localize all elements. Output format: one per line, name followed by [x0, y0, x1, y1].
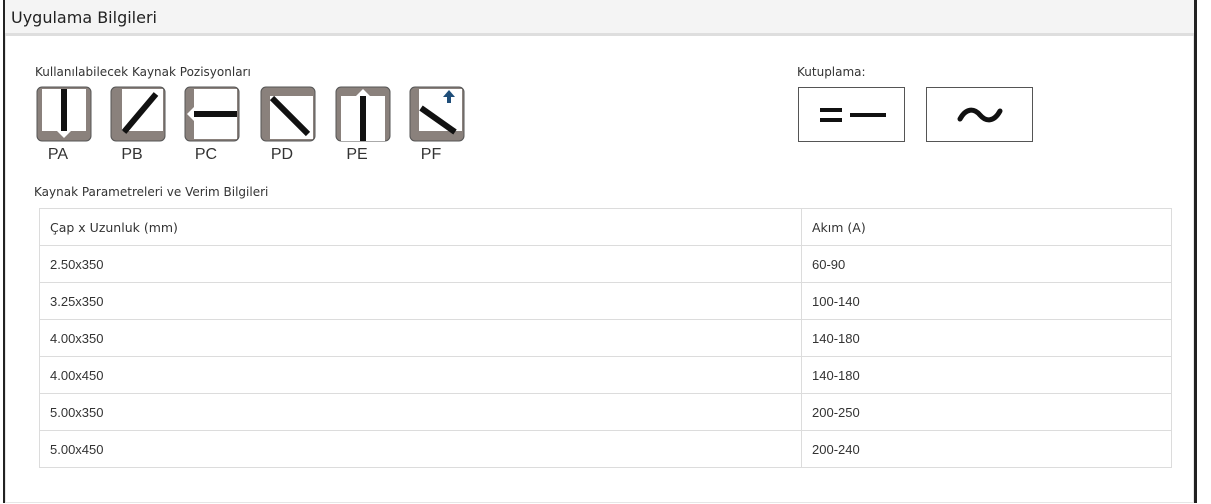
- table-row: 4.00x350 140-180: [39, 319, 1172, 357]
- position-label: PA: [47, 146, 69, 163]
- table-row: 5.00x350 200-250: [39, 393, 1172, 431]
- cell-current: 200-250: [801, 393, 1172, 431]
- position-label: PD: [270, 146, 294, 163]
- cell-current: 140-180: [801, 356, 1172, 394]
- cell-current: 60-90: [801, 245, 1172, 283]
- position-label: PF: [420, 146, 442, 163]
- cell-diameter: 5.00x350: [39, 393, 802, 431]
- cell-diameter: 5.00x450: [39, 430, 802, 468]
- params-table: Çap x Uzunluk (mm) Akım (A) 2.50x350 60-…: [39, 208, 1172, 468]
- panel-header: Uygulama Bilgileri: [5, 0, 1194, 36]
- cell-diameter: 3.25x350: [39, 282, 802, 320]
- table-row: 5.00x450 200-240: [39, 430, 1172, 468]
- dc-polarity-icon: [819, 107, 886, 122]
- application-info-panel: Uygulama Bilgileri Kullanılabilecek Kayn…: [3, 0, 1197, 503]
- ac-polarity-box: [926, 87, 1033, 142]
- params-heading: Kaynak Parametreleri ve Verim Bilgileri: [34, 185, 269, 199]
- panel-title: Uygulama Bilgileri: [11, 8, 157, 27]
- table-row: 2.50x350 60-90: [39, 245, 1172, 283]
- cell-diameter: 4.00x350: [39, 319, 802, 357]
- column-header-current: Akım (A): [801, 208, 1172, 246]
- weld-position-pc-icon: [184, 86, 240, 142]
- position-label: PE: [346, 146, 368, 163]
- column-header-diameter: Çap x Uzunluk (mm): [39, 208, 802, 246]
- position-label: PB: [121, 146, 143, 163]
- positions-heading: Kullanılabilecek Kaynak Pozisyonları: [35, 65, 251, 79]
- cell-current: 100-140: [801, 282, 1172, 320]
- weld-position-pa-icon: [36, 86, 92, 142]
- cell-current: 200-240: [801, 430, 1172, 468]
- cell-current: 140-180: [801, 319, 1172, 357]
- table-header-row: Çap x Uzunluk (mm) Akım (A): [39, 208, 1172, 246]
- position-label: PC: [194, 146, 218, 163]
- polarity-heading: Kutuplama:: [797, 65, 866, 79]
- ac-polarity-icon: [957, 107, 1002, 122]
- cell-diameter: 2.50x350: [39, 245, 802, 283]
- table-row: 3.25x350 100-140: [39, 282, 1172, 320]
- weld-position-pd-icon: [260, 86, 316, 142]
- weld-position-pe-icon: [335, 86, 391, 142]
- weld-position-pb-icon: [110, 86, 166, 142]
- dc-polarity-box: [798, 87, 905, 142]
- table-row: 4.00x450 140-180: [39, 356, 1172, 394]
- weld-position-pf-icon: [409, 86, 465, 142]
- cell-diameter: 4.00x450: [39, 356, 802, 394]
